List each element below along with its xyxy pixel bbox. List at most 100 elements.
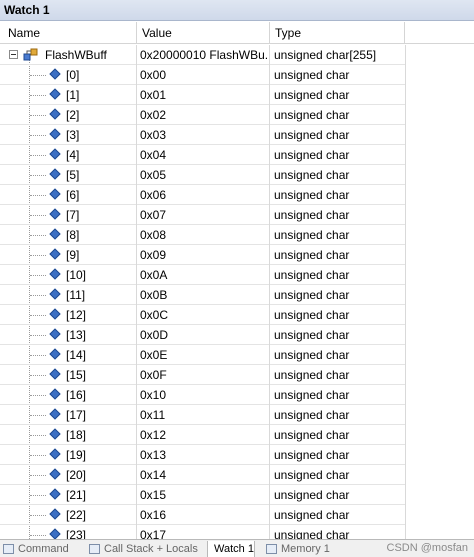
element-value-icon (49, 468, 61, 480)
element-value-cell[interactable]: 0x15 (137, 485, 270, 505)
element-value-cell[interactable]: 0x11 (137, 405, 270, 425)
tab-call-stack-locals[interactable]: Call Stack + Locals (86, 541, 198, 557)
element-value-cell[interactable]: 0x17 (137, 525, 270, 539)
tree-branch-line (30, 535, 46, 536)
tree-row[interactable]: [19] 0x13 unsigned char (0, 445, 406, 465)
tree-row[interactable]: [15] 0x0F unsigned char (0, 365, 406, 385)
element-value-cell[interactable]: 0x00 (137, 65, 270, 85)
tree-branch-line (30, 415, 46, 416)
tree-row[interactable]: [0] 0x00 unsigned char (0, 65, 406, 85)
window-title: Watch 1 (0, 0, 474, 21)
element-value-cell[interactable]: 0x06 (137, 185, 270, 205)
tree-branch-line (30, 455, 46, 456)
element-value-cell[interactable]: 0x08 (137, 225, 270, 245)
element-value-cell[interactable]: 0x14 (137, 465, 270, 485)
column-header-value[interactable]: Value (137, 22, 270, 44)
element-name-cell: [22] (0, 505, 137, 525)
element-index: [11] (66, 288, 86, 302)
element-value-cell[interactable]: 0x0B (137, 285, 270, 305)
element-value-cell[interactable]: 0x16 (137, 505, 270, 525)
column-header-type[interactable]: Type (270, 22, 405, 44)
element-type-cell: unsigned char (270, 425, 406, 445)
tree-branch-line (30, 135, 46, 136)
element-type-cell: unsigned char (270, 465, 406, 485)
tree-row[interactable]: [4] 0x04 unsigned char (0, 145, 406, 165)
memory-icon (266, 544, 277, 554)
tree-branch-line (30, 75, 46, 76)
root-variable-name: FlashWBuff (45, 48, 107, 62)
tab-command[interactable]: Command (0, 541, 69, 557)
element-index: [12] (66, 308, 87, 322)
element-value-cell[interactable]: 0x09 (137, 245, 270, 265)
element-value-cell[interactable]: 0x03 (137, 125, 270, 145)
element-index: [2] (66, 108, 80, 122)
element-value-cell[interactable]: 0x04 (137, 145, 270, 165)
tree-row[interactable]: [13] 0x0D unsigned char (0, 325, 406, 345)
tab-watch-1[interactable]: Watch 1 (207, 541, 255, 557)
element-value-icon (49, 188, 61, 200)
element-value-cell[interactable]: 0x0F (137, 365, 270, 385)
element-index: [7] (66, 208, 80, 222)
tree-row[interactable]: [2] 0x02 unsigned char (0, 105, 406, 125)
element-type-cell: unsigned char (270, 385, 406, 405)
element-value-icon (49, 108, 61, 120)
element-value-cell[interactable]: 0x02 (137, 105, 270, 125)
element-index: [19] (66, 448, 87, 462)
element-value-icon (49, 88, 61, 100)
element-name-cell: [20] (0, 465, 137, 485)
element-value-icon (49, 68, 61, 80)
tree-row[interactable]: [3] 0x03 unsigned char (0, 125, 406, 145)
tab-memory-1[interactable]: Memory 1 (263, 541, 330, 557)
element-value-icon (49, 448, 61, 460)
element-value-cell[interactable]: 0x05 (137, 165, 270, 185)
element-type-cell: unsigned char (270, 265, 406, 285)
tree-row[interactable]: [17] 0x11 unsigned char (0, 405, 406, 425)
element-value-icon (49, 328, 61, 340)
tree-row[interactable]: [9] 0x09 unsigned char (0, 245, 406, 265)
tree-row[interactable]: [5] 0x05 unsigned char (0, 165, 406, 185)
tree-row[interactable]: [11] 0x0B unsigned char (0, 285, 406, 305)
element-type-cell: unsigned char (270, 485, 406, 505)
element-value-cell[interactable]: 0x12 (137, 425, 270, 445)
tree-row[interactable]: [22] 0x16 unsigned char (0, 505, 406, 525)
tree-row[interactable]: [12] 0x0C unsigned char (0, 305, 406, 325)
root-name-cell: FlashWBuff (0, 45, 137, 65)
element-type-cell: unsigned char (270, 165, 406, 185)
element-name-cell: [4] (0, 145, 137, 165)
column-header-name[interactable]: Name (0, 22, 137, 44)
element-value-cell[interactable]: 0x0C (137, 305, 270, 325)
tree-row[interactable]: [6] 0x06 unsigned char (0, 185, 406, 205)
element-value-icon (49, 388, 61, 400)
tree-row-root[interactable]: FlashWBuff 0x20000010 FlashWBu... unsign… (0, 45, 406, 65)
tree-row[interactable]: [16] 0x10 unsigned char (0, 385, 406, 405)
tree-branch-line (30, 315, 46, 316)
tree-row[interactable]: [21] 0x15 unsigned char (0, 485, 406, 505)
element-value-cell[interactable]: 0x10 (137, 385, 270, 405)
element-value-cell[interactable]: 0x01 (137, 85, 270, 105)
element-name-cell: [17] (0, 405, 137, 425)
element-value-cell[interactable]: 0x0A (137, 265, 270, 285)
root-value-cell[interactable]: 0x20000010 FlashWBu... (137, 45, 270, 65)
element-name-cell: [11] (0, 285, 137, 305)
tree-row[interactable]: [1] 0x01 unsigned char (0, 85, 406, 105)
tree-row[interactable]: [14] 0x0E unsigned char (0, 345, 406, 365)
tab-label: Memory 1 (281, 543, 330, 555)
element-value-cell[interactable]: 0x0E (137, 345, 270, 365)
tree-row[interactable]: [7] 0x07 unsigned char (0, 205, 406, 225)
element-value-cell[interactable]: 0x13 (137, 445, 270, 465)
element-index: [0] (66, 68, 80, 82)
tree-row[interactable]: [23] 0x17 unsigned char (0, 525, 406, 539)
tree-row[interactable]: [18] 0x12 unsigned char (0, 425, 406, 445)
collapse-toggle-icon[interactable] (9, 50, 18, 59)
tree-branch-line (30, 375, 46, 376)
element-name-cell: [23] (0, 525, 137, 539)
element-index: [3] (66, 128, 80, 142)
element-name-cell: [15] (0, 365, 137, 385)
tree-row[interactable]: [10] 0x0A unsigned char (0, 265, 406, 285)
tree-row[interactable]: [20] 0x14 unsigned char (0, 465, 406, 485)
element-value-cell[interactable]: 0x0D (137, 325, 270, 345)
tree-row[interactable]: [8] 0x08 unsigned char (0, 225, 406, 245)
element-value-cell[interactable]: 0x07 (137, 205, 270, 225)
element-index: [14] (66, 348, 87, 362)
element-name-cell: [7] (0, 205, 137, 225)
